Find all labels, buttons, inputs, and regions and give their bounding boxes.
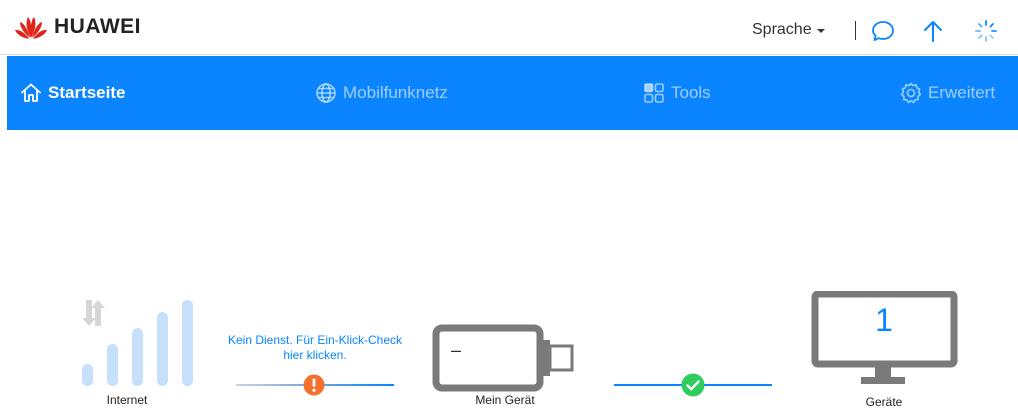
devices-label: Geräte xyxy=(865,395,903,409)
device-screen-text: – xyxy=(451,340,462,360)
grid-icon xyxy=(644,83,664,103)
nav-item-tools[interactable]: Tools xyxy=(642,56,711,130)
main-navigation: Startseite Mobilfunknetz Tools Erweitert xyxy=(7,56,1018,130)
nav-label-mobilfunknetz: Mobilfunknetz xyxy=(343,83,448,102)
caret-down-icon xyxy=(816,29,825,33)
nav-label-erweitert: Erweitert xyxy=(928,83,996,102)
language-label: Sprache xyxy=(752,21,812,38)
no-service-check-link[interactable]: Kein Dienst. Für Ein-Klick-Check hier kl… xyxy=(226,333,404,363)
gear-icon xyxy=(900,82,922,104)
connected-devices-count: 1 xyxy=(875,302,893,338)
home-icon xyxy=(21,83,41,102)
nav-item-erweitert[interactable]: Erweitert xyxy=(899,56,995,130)
my-device-label: Mein Gerät xyxy=(475,393,535,407)
nav-item-mobilfunknetz[interactable]: Mobilfunknetz xyxy=(314,56,448,130)
nav-label-startseite: Startseite xyxy=(48,83,126,102)
nav-item-startseite[interactable]: Startseite xyxy=(19,56,125,130)
loading-spinner-icon xyxy=(973,18,999,44)
update-arrow-icon[interactable] xyxy=(920,18,946,44)
check-icon xyxy=(681,373,705,402)
huawei-flower-icon xyxy=(15,17,47,39)
chat-icon[interactable] xyxy=(870,18,896,44)
signal-strength-graphic[interactable] xyxy=(80,296,200,393)
globe-icon xyxy=(316,83,336,103)
header-divider xyxy=(855,21,856,40)
internet-label: Internet xyxy=(106,393,148,407)
nav-label-tools: Tools xyxy=(671,83,711,102)
warning-icon[interactable] xyxy=(303,374,325,401)
top-header: HUAWEI Sprache xyxy=(0,0,1018,55)
language-dropdown[interactable]: Sprache xyxy=(752,21,825,39)
huawei-logo[interactable]: HUAWEI xyxy=(14,9,141,45)
brand-name: HUAWEI xyxy=(54,15,141,38)
signal-bars-icon xyxy=(82,300,193,386)
